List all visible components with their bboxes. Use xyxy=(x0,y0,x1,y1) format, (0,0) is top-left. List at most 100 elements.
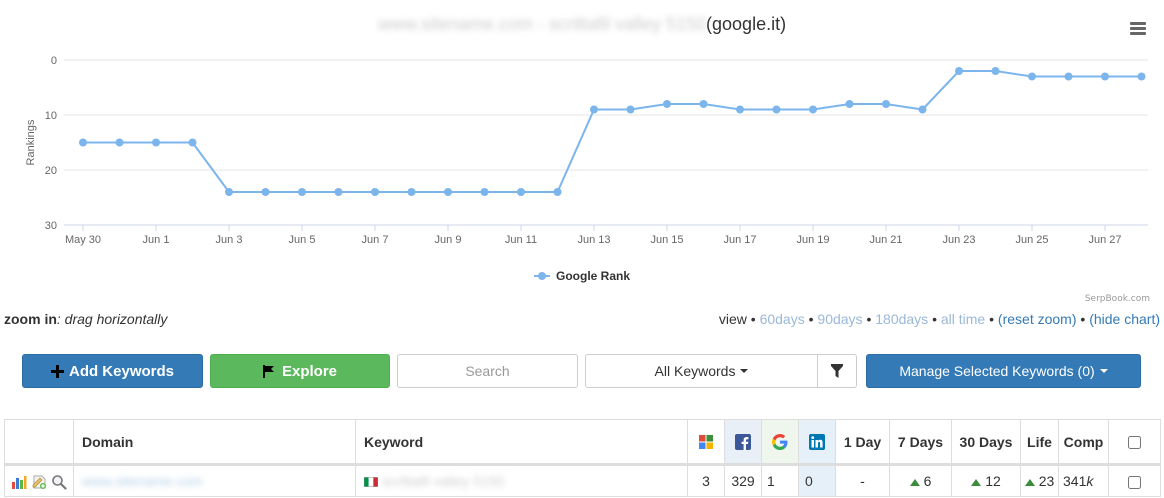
view-alltime-link[interactable]: all time xyxy=(941,311,985,327)
legend-symbol-marker xyxy=(538,272,546,280)
x-tick-label: Jun 23 xyxy=(942,234,975,246)
data-point xyxy=(736,105,744,114)
view-separator: • xyxy=(862,311,876,327)
keywords-table: Domain Keyword 1 Day 7 Days 30 Days Life… xyxy=(4,419,1161,497)
zoom-hint-label: zoom in xyxy=(4,311,57,327)
data-point xyxy=(188,138,197,147)
data-point xyxy=(882,100,890,108)
y-axis-title: Rankings xyxy=(25,119,37,165)
day1-header[interactable]: 1 Day xyxy=(835,419,890,466)
add-note-icon[interactable] xyxy=(31,474,47,490)
data-point xyxy=(918,105,927,114)
x-tick-label: Jun 25 xyxy=(1015,234,1048,246)
comp-header[interactable]: Comp xyxy=(1058,419,1109,466)
x-tick-label: Jun 1 xyxy=(143,234,170,246)
actions-header xyxy=(4,419,74,466)
manage-selected-button[interactable]: Manage Selected Keywords (0) xyxy=(866,354,1141,388)
explore-label: Explore xyxy=(281,362,338,380)
facebook-header[interactable] xyxy=(724,419,762,466)
domain-cell[interactable]: www.sitename.com xyxy=(73,464,356,497)
data-point xyxy=(1137,72,1146,81)
keyword-filter-dropdown[interactable]: All Keywords xyxy=(585,354,818,388)
caret-down-icon xyxy=(1099,369,1108,373)
data-point xyxy=(115,138,124,147)
view-label: view xyxy=(718,311,747,327)
domain-link[interactable]: www.sitename.com xyxy=(82,473,203,489)
x-tick-label: May 30 xyxy=(65,234,101,246)
day30-header[interactable]: 30 Days xyxy=(951,419,1021,466)
rank-chart[interactable]: www.sitename.com - scrittafil valley 515… xyxy=(0,0,1164,310)
data-point xyxy=(517,188,525,196)
row-checkbox[interactable] xyxy=(1128,475,1141,489)
y-tick-label: 20 xyxy=(45,165,57,177)
x-tick-label: Jun 17 xyxy=(723,234,756,246)
view-180days-link[interactable]: 180days xyxy=(875,311,928,327)
italy-flag-icon xyxy=(363,477,379,488)
data-point xyxy=(1064,72,1073,81)
add-keywords-label: Add Keywords xyxy=(68,362,174,380)
hide-chart-link[interactable]: (hide chart) xyxy=(1089,311,1160,327)
view-90days-link[interactable]: 90days xyxy=(817,311,862,327)
x-tick-label: Jun 27 xyxy=(1088,234,1121,246)
plus-icon xyxy=(50,364,64,378)
select-all-header xyxy=(1108,419,1161,466)
life-value: 23 xyxy=(1038,473,1055,489)
select-all-checkbox[interactable] xyxy=(1128,436,1141,450)
data-point xyxy=(152,138,160,147)
google-header[interactable] xyxy=(761,419,799,466)
view-separator: • xyxy=(928,311,941,327)
view-60days-link[interactable]: 60days xyxy=(760,311,805,327)
x-tick-label: Jun 15 xyxy=(650,234,683,246)
view-separator: • xyxy=(804,311,818,327)
search-input[interactable] xyxy=(397,354,578,388)
data-point xyxy=(1028,72,1036,81)
day7-cell: 6 xyxy=(889,464,952,497)
flag-icon xyxy=(262,364,274,378)
data-point xyxy=(809,105,817,114)
google-plus-icon xyxy=(699,435,713,450)
google-cell: 1 xyxy=(761,464,799,497)
y-tick-label: 0 xyxy=(51,55,57,67)
magnifier-icon[interactable] xyxy=(51,474,67,490)
facebook-cell: 329 xyxy=(724,464,762,497)
data-point xyxy=(298,188,306,196)
data-point xyxy=(553,188,562,196)
data-point xyxy=(772,105,781,114)
keyword-filter-label: All Keywords xyxy=(654,363,736,379)
zoom-hint: zoom in: drag horizontally xyxy=(4,311,167,327)
row-actions xyxy=(4,464,74,497)
arrow-up-icon xyxy=(909,478,920,486)
data-point xyxy=(955,67,963,75)
table-header-row: Domain Keyword 1 Day 7 Days 30 Days Life… xyxy=(4,419,1161,466)
data-point xyxy=(1101,72,1109,81)
data-point xyxy=(480,188,489,196)
add-keywords-button[interactable]: Add Keywords xyxy=(22,354,203,388)
life-header[interactable]: Life xyxy=(1020,419,1059,466)
gplus-header[interactable] xyxy=(687,419,725,466)
day30-cell: 12 xyxy=(951,464,1021,497)
reset-zoom-link[interactable]: (reset zoom) xyxy=(998,311,1077,327)
bar-chart-icon[interactable] xyxy=(11,474,27,490)
y-tick-label: 30 xyxy=(45,220,57,232)
data-point xyxy=(225,188,233,196)
keyword-header[interactable]: Keyword xyxy=(355,419,688,466)
x-tick-label: Jun 9 xyxy=(435,234,462,246)
day7-header[interactable]: 7 Days xyxy=(889,419,952,466)
keyword-cell: scrittafil valley 5150 xyxy=(355,464,688,497)
data-point xyxy=(590,105,598,114)
day1-cell: - xyxy=(835,464,890,497)
data-point xyxy=(991,67,1000,75)
row-select-cell xyxy=(1108,464,1161,497)
explore-button[interactable]: Explore xyxy=(210,354,390,388)
x-tick-label: Jun 11 xyxy=(505,234,537,246)
view-range-links: view • 60days • 90days • 180days • all t… xyxy=(719,311,1160,327)
data-point xyxy=(845,100,854,108)
data-point xyxy=(444,188,452,196)
table-row: www.sitename.com scrittafil valley 5150 … xyxy=(4,464,1161,497)
arrow-up-icon xyxy=(971,478,982,486)
domain-header[interactable]: Domain xyxy=(73,419,356,466)
x-tick-label: Jun 5 xyxy=(289,234,316,246)
filter-button[interactable] xyxy=(817,354,857,388)
linkedin-header[interactable] xyxy=(798,419,836,466)
x-tick-label: Jun 13 xyxy=(577,234,610,246)
